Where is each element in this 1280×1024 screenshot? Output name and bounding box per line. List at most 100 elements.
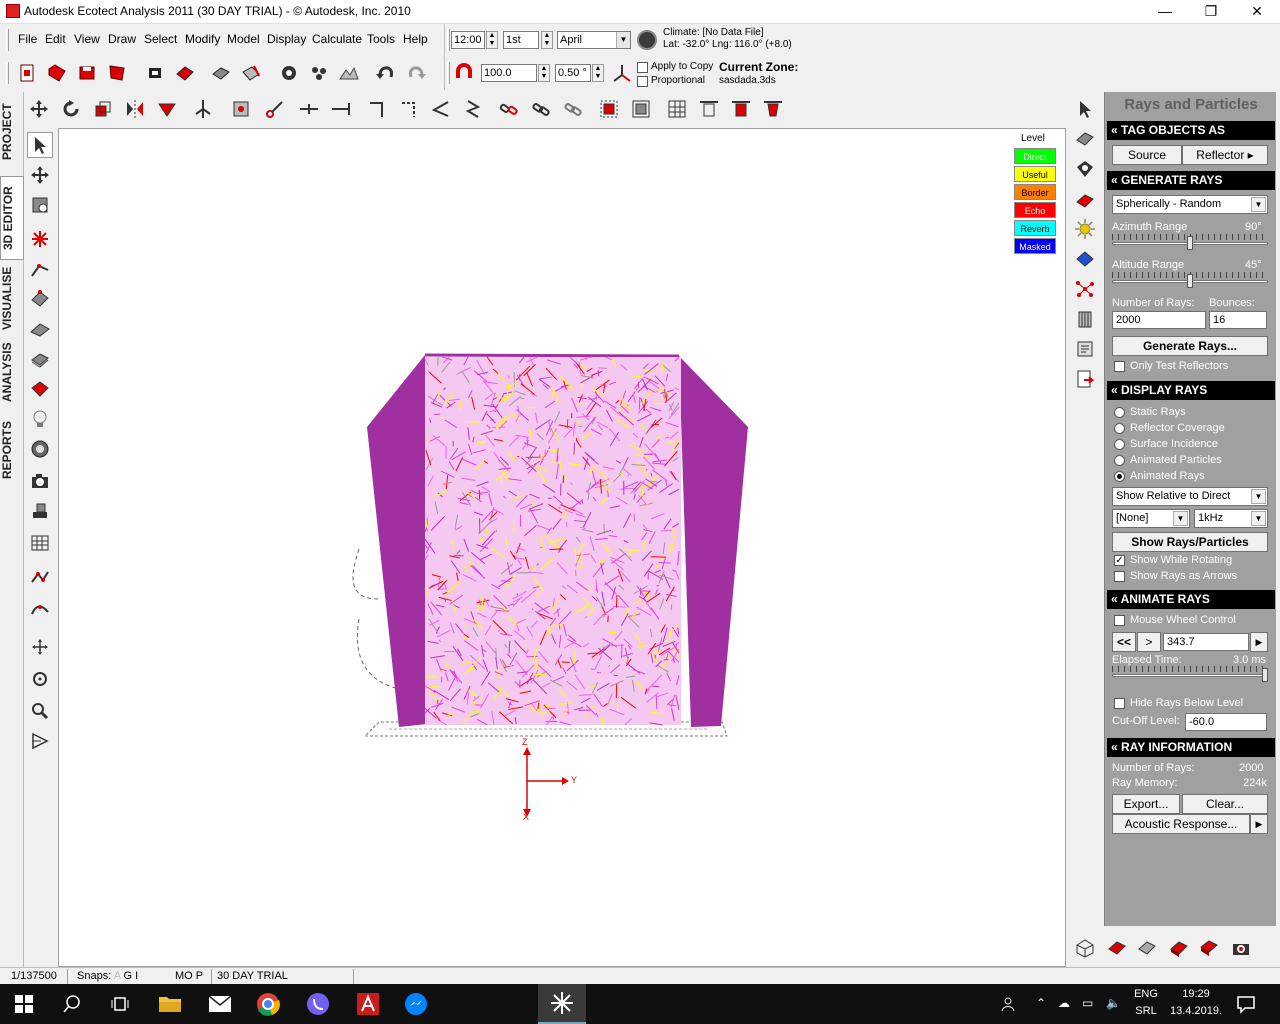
show-rays-button[interactable]: Show Rays/Particles bbox=[1112, 532, 1268, 552]
cutoff-input[interactable]: -60.0 bbox=[1185, 713, 1267, 731]
menu-model[interactable]: Model bbox=[227, 32, 260, 46]
display-option-radio[interactable] bbox=[1114, 407, 1125, 418]
altitude-slider[interactable] bbox=[1112, 272, 1268, 290]
display-option-radio[interactable] bbox=[1114, 455, 1125, 466]
angle-step-spinner[interactable]: ▲ ▼ bbox=[592, 64, 604, 82]
cloud-icon[interactable]: ☁ bbox=[1058, 996, 1070, 1010]
line-icon[interactable] bbox=[27, 256, 53, 282]
zoom-icon[interactable] bbox=[27, 698, 53, 724]
new-file-icon[interactable] bbox=[14, 60, 40, 86]
render-alt-icon[interactable] bbox=[1196, 935, 1222, 961]
cut-icon[interactable] bbox=[262, 96, 288, 122]
sun-icon[interactable] bbox=[1072, 216, 1098, 242]
export-icon[interactable] bbox=[142, 60, 168, 86]
reflector-button[interactable]: Reflector ▸ bbox=[1182, 145, 1268, 165]
azimuth-slider[interactable] bbox=[1112, 234, 1268, 252]
orbit-icon[interactable] bbox=[27, 634, 53, 660]
rotate-icon[interactable] bbox=[58, 96, 84, 122]
relative-select[interactable]: Show Relative to Direct ▼ bbox=[1112, 487, 1268, 506]
elapsed-slider[interactable] bbox=[1112, 666, 1268, 684]
curve-icon[interactable] bbox=[27, 596, 53, 622]
snaps-gi[interactable]: G I bbox=[124, 970, 139, 982]
menu-draw[interactable]: Draw bbox=[108, 32, 136, 46]
close-button[interactable]: ✕ bbox=[1234, 0, 1280, 24]
angle-step-input[interactable]: 0.50 ° bbox=[555, 64, 591, 82]
globe-icon[interactable] bbox=[637, 30, 657, 50]
move-icon[interactable] bbox=[26, 96, 52, 122]
extrude-icon[interactable] bbox=[154, 96, 180, 122]
play-button[interactable]: ▶ bbox=[1250, 632, 1268, 652]
align-red-alt-icon[interactable] bbox=[760, 96, 786, 122]
point-icon[interactable] bbox=[27, 226, 53, 252]
open-file-icon[interactable] bbox=[44, 60, 70, 86]
grid-object-icon[interactable] bbox=[27, 530, 53, 556]
menu-help[interactable]: Help bbox=[403, 32, 428, 46]
scale-icon[interactable] bbox=[90, 96, 116, 122]
angle-icon[interactable] bbox=[428, 96, 454, 122]
shaded-grey-icon[interactable] bbox=[1134, 935, 1160, 961]
polyline-icon[interactable] bbox=[27, 564, 53, 590]
menu-display[interactable]: Display bbox=[267, 32, 306, 46]
transform-value-input[interactable]: 100.0 bbox=[481, 64, 537, 82]
menu-view[interactable]: View bbox=[74, 32, 100, 46]
chain-alt-icon[interactable] bbox=[560, 96, 586, 122]
walk-icon[interactable] bbox=[27, 728, 53, 754]
ungroup-icon[interactable] bbox=[628, 96, 654, 122]
roof-icon[interactable] bbox=[27, 316, 53, 342]
link-icon[interactable] bbox=[228, 96, 254, 122]
rotate-view-icon[interactable] bbox=[27, 666, 53, 692]
step-button[interactable]: > bbox=[1137, 632, 1161, 652]
menu-calculate[interactable]: Calculate bbox=[312, 32, 362, 46]
grid-icon[interactable] bbox=[664, 96, 690, 122]
transform-value-spinner[interactable]: ▲ ▼ bbox=[538, 64, 550, 82]
acoustic-menu-button[interactable]: ▶ bbox=[1250, 814, 1268, 834]
chain-icon[interactable] bbox=[528, 96, 554, 122]
rays-particles-icon[interactable] bbox=[1072, 276, 1098, 302]
snapshot-icon[interactable] bbox=[1228, 935, 1254, 961]
toolbar-grip[interactable] bbox=[6, 29, 9, 51]
show-while-rotating-checkbox[interactable]: ✓ bbox=[1114, 555, 1125, 566]
notifications-icon[interactable] bbox=[1222, 984, 1270, 1024]
ray-distribution-select[interactable]: Spherically - Random ▼ bbox=[1112, 195, 1268, 214]
menu-file[interactable]: File bbox=[18, 32, 37, 46]
messenger-icon[interactable] bbox=[392, 984, 440, 1024]
toolbar-grip[interactable] bbox=[447, 29, 450, 51]
language-indicator[interactable]: ENG SRL bbox=[1130, 988, 1162, 1017]
time-input[interactable]: 12:00 bbox=[451, 31, 485, 49]
extend-line-icon[interactable] bbox=[328, 96, 354, 122]
proportional-checkbox[interactable] bbox=[637, 76, 648, 87]
tray-overflow-icon[interactable]: ⌃ bbox=[1036, 996, 1046, 1010]
select-panel-icon[interactable] bbox=[1072, 96, 1098, 122]
viber-icon[interactable] bbox=[294, 984, 342, 1024]
model-red-icon[interactable] bbox=[172, 60, 198, 86]
position-input[interactable]: 343.7 bbox=[1163, 633, 1249, 651]
magnet-icon[interactable] bbox=[451, 60, 477, 86]
task-view-icon[interactable] bbox=[96, 984, 144, 1024]
wireframe-icon[interactable] bbox=[1072, 935, 1098, 961]
toolbar-grip[interactable] bbox=[6, 62, 9, 84]
split-line-icon[interactable] bbox=[296, 96, 322, 122]
appliance-icon[interactable] bbox=[27, 498, 53, 524]
pan-icon[interactable] bbox=[27, 162, 53, 188]
plane-icon[interactable] bbox=[27, 286, 53, 312]
menu-modify[interactable]: Modify bbox=[185, 32, 220, 46]
display-rays-header[interactable]: « DISPLAY RAYS bbox=[1107, 381, 1275, 400]
render-icon[interactable] bbox=[1166, 935, 1192, 961]
zone-draw-icon[interactable] bbox=[27, 376, 53, 402]
zone-mgmt-icon[interactable] bbox=[1072, 156, 1098, 182]
display-option-radio[interactable] bbox=[1114, 423, 1125, 434]
snaps-mop[interactable]: MO P bbox=[172, 969, 212, 984]
3d-viewport[interactable]: Z Y X bbox=[58, 128, 1066, 967]
acoustic-response-button[interactable]: Acoustic Response... bbox=[1112, 814, 1250, 834]
save-icon[interactable] bbox=[74, 60, 100, 86]
tag-objects-header[interactable]: « TAG OBJECTS AS bbox=[1107, 121, 1275, 140]
month-select[interactable]: April ▼ bbox=[557, 31, 631, 49]
camera-icon[interactable] bbox=[27, 468, 53, 494]
menu-edit[interactable]: Edit bbox=[45, 32, 66, 46]
mail-icon[interactable] bbox=[196, 984, 244, 1024]
snaps-a[interactable]: A bbox=[114, 970, 121, 982]
align-red-icon[interactable] bbox=[728, 96, 754, 122]
light-bulb-icon[interactable] bbox=[27, 406, 53, 432]
filter-select[interactable]: [None] ▼ bbox=[1112, 509, 1190, 528]
tab-3d-editor[interactable]: 3D EDITOR bbox=[0, 176, 24, 260]
